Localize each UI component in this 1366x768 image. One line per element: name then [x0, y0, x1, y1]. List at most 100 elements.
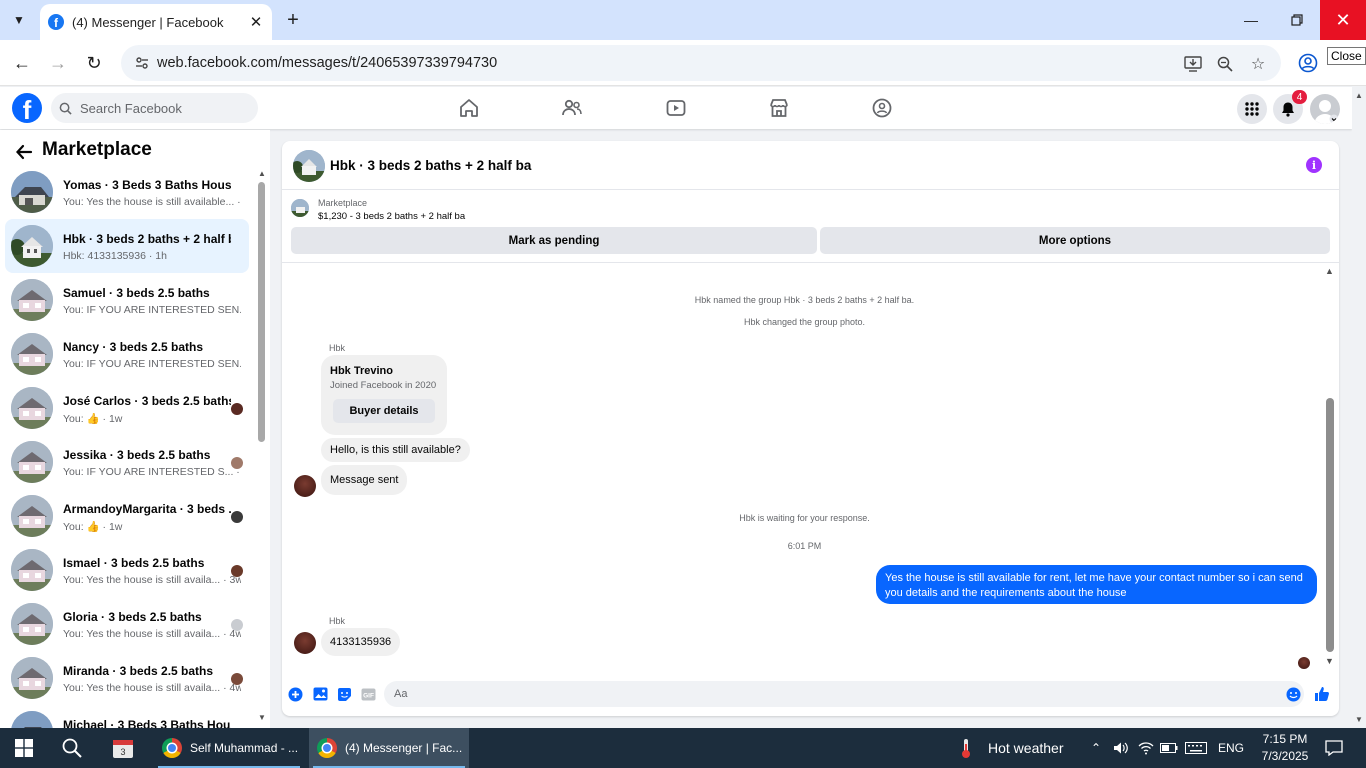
conversation-item[interactable]: Nancy · 3 beds 2.5 baths You: IF YOU ARE… [5, 327, 249, 381]
network-icon[interactable] [1135, 728, 1157, 768]
facebook-favicon-icon: f [48, 14, 64, 30]
calendar-app-icon[interactable]: 3 [101, 728, 145, 768]
sidebar-scroll-up-icon[interactable]: ▲ [257, 170, 267, 178]
tray-overflow-icon[interactable]: ⌃ [1086, 728, 1106, 768]
conversation-item[interactable]: Samuel · 3 beds 2.5 baths You: IF YOU AR… [5, 273, 249, 327]
plus-circle-icon[interactable] [287, 686, 303, 702]
incoming-message[interactable]: Hello, is this still available? [321, 438, 470, 462]
account-avatar[interactable] [1310, 94, 1340, 124]
chat-title[interactable]: Hbk · 3 beds 2 baths + 2 half ba [330, 158, 531, 173]
conversation-item[interactable]: Miranda · 3 beds 2.5 baths You: Yes the … [5, 651, 249, 705]
arrow-left-icon [16, 144, 33, 160]
install-app-icon[interactable] [1183, 54, 1203, 74]
house-thumbnail [11, 711, 53, 728]
address-bar[interactable]: web.facebook.com/messages/t/240653973397… [121, 45, 1281, 81]
sidebar-scrollbar-thumb[interactable] [258, 182, 265, 442]
message-input[interactable] [384, 681, 1304, 707]
incoming-message[interactable]: Message sent [321, 465, 408, 495]
chat-scroll-down-icon[interactable]: ▼ [1325, 657, 1334, 666]
zoom-icon[interactable] [1215, 54, 1235, 74]
outgoing-message[interactable]: Yes the house is still available for ren… [876, 565, 1317, 604]
facebook-search-box[interactable]: Search Facebook [51, 93, 258, 123]
conversation-item[interactable]: Jessika · 3 beds 2.5 baths You: IF YOU A… [5, 435, 249, 489]
incoming-message[interactable]: 4133135936 [321, 628, 401, 656]
search-button[interactable] [50, 728, 94, 768]
sidebar-scroll-down-icon[interactable]: ▼ [257, 714, 267, 722]
taskbar-app-chrome-2[interactable]: (4) Messenger | Fac... [309, 728, 469, 768]
minimize-button[interactable]: — [1228, 0, 1274, 40]
nav-friends[interactable] [559, 95, 585, 121]
profile-button[interactable] [1295, 50, 1321, 76]
volume-icon[interactable] [1110, 728, 1132, 768]
input-language[interactable]: ENG [1214, 728, 1248, 768]
chat-header: Hbk · 3 beds 2 baths + 2 half ba i [282, 141, 1339, 190]
browser-tab-active[interactable]: f (4) Messenger | Facebook ✕ [40, 4, 272, 40]
friends-icon [562, 99, 582, 116]
tab-close-icon[interactable]: ✕ [246, 12, 266, 32]
forward-button[interactable]: → [45, 50, 71, 76]
svg-text:GIF: GIF [363, 692, 374, 699]
bell-icon [1282, 102, 1294, 117]
tab-search-button[interactable]: ▼ [6, 8, 32, 32]
conversation-preview: You: 👍 · 1w [63, 413, 123, 425]
weather-widget[interactable]: Hot weather [958, 728, 1063, 768]
start-button[interactable] [2, 728, 46, 768]
more-options-button[interactable]: More options [820, 227, 1330, 254]
conversation-item-active[interactable]: Hbk · 3 beds 2 baths + 2 half ba Hbk: 41… [5, 219, 249, 273]
listing-description[interactable]: $1,230 - 3 beds 2 baths + 2 half ba [318, 211, 465, 222]
taskbar-app-chrome-1[interactable]: Self Muhammad - ... [154, 728, 304, 768]
conversation-item[interactable]: Ismael · 3 beds 2.5 baths You: Yes the h… [5, 543, 249, 597]
scroll-up-icon[interactable]: ▲ [1355, 91, 1363, 100]
conversation-preview: You: Yes the house is still availa... · … [63, 574, 241, 586]
menu-button[interactable] [1237, 94, 1267, 124]
scroll-down-icon[interactable]: ▼ [1355, 715, 1363, 724]
restore-button[interactable] [1274, 0, 1320, 40]
chat-scroll-up-icon[interactable]: ▲ [1325, 267, 1334, 276]
listing-thumbnail[interactable] [291, 199, 309, 217]
action-center-icon[interactable] [1320, 728, 1348, 768]
info-icon[interactable]: i [1306, 157, 1322, 173]
thumbs-up-icon[interactable] [1314, 686, 1330, 702]
conversation-item[interactable]: Michael · 3 Beds 3 Baths House [5, 705, 249, 728]
chat-scrollbar-thumb[interactable] [1326, 398, 1334, 652]
nav-marketplace[interactable] [766, 95, 792, 121]
conversation-item[interactable]: Gloria · 3 beds 2.5 baths You: Yes the h… [5, 597, 249, 651]
mark-as-pending-button[interactable]: Mark as pending [291, 227, 817, 254]
system-clock[interactable]: 7:15 PM 7/3/2025 [1254, 731, 1316, 765]
arrow-left-icon: ← [13, 52, 31, 73]
gif-icon[interactable]: GIF [360, 686, 376, 702]
new-tab-button[interactable]: + [281, 8, 305, 32]
facebook-logo-icon[interactable]: f [12, 93, 42, 123]
sticker-icon[interactable] [336, 686, 352, 702]
battery-icon[interactable] [1158, 728, 1180, 768]
back-to-chats-button[interactable] [12, 140, 36, 164]
conversation-item[interactable]: José Carlos · 3 beds 2.5 baths You: 👍 · … [5, 381, 249, 435]
chat-avatar[interactable] [293, 150, 325, 182]
sender-avatar[interactable] [294, 632, 316, 654]
site-info-icon[interactable] [133, 54, 151, 72]
read-receipt-avatar [231, 673, 243, 685]
nav-groups[interactable] [869, 95, 895, 121]
page-scrollbar[interactable]: ▲ ▼ [1352, 87, 1366, 728]
conversation-name: Yomas · 3 Beds 3 Baths House [63, 178, 231, 192]
keyboard-icon[interactable] [1183, 728, 1209, 768]
conversation-name: Ismael · 3 beds 2.5 baths [63, 556, 205, 570]
sender-avatar[interactable] [294, 475, 316, 497]
conversation-item[interactable]: Yomas · 3 Beds 3 Baths House You: Yes th… [5, 165, 249, 219]
emoji-icon[interactable] [1285, 686, 1301, 702]
message-composer: GIF [282, 679, 1339, 709]
nav-watch[interactable] [663, 95, 689, 121]
window-close-button[interactable]: ✕ [1320, 0, 1366, 40]
tab-title: (4) Messenger | Facebook [72, 14, 224, 30]
conversation-item[interactable]: ArmandoyMargarita · 3 beds ... You: 👍 · … [5, 489, 249, 543]
reload-button[interactable]: ↻ [81, 50, 107, 76]
bookmark-star-icon[interactable]: ☆ [1248, 54, 1268, 74]
search-icon [62, 738, 82, 758]
buyer-details-button[interactable]: Buyer details [333, 399, 435, 423]
house-thumbnail [11, 603, 53, 645]
back-button[interactable]: ← [9, 50, 35, 76]
nav-home[interactable] [456, 95, 482, 121]
conversation-preview: You: Yes the house is still available...… [63, 196, 241, 208]
restore-icon [1291, 14, 1303, 26]
photo-icon[interactable] [312, 686, 328, 702]
